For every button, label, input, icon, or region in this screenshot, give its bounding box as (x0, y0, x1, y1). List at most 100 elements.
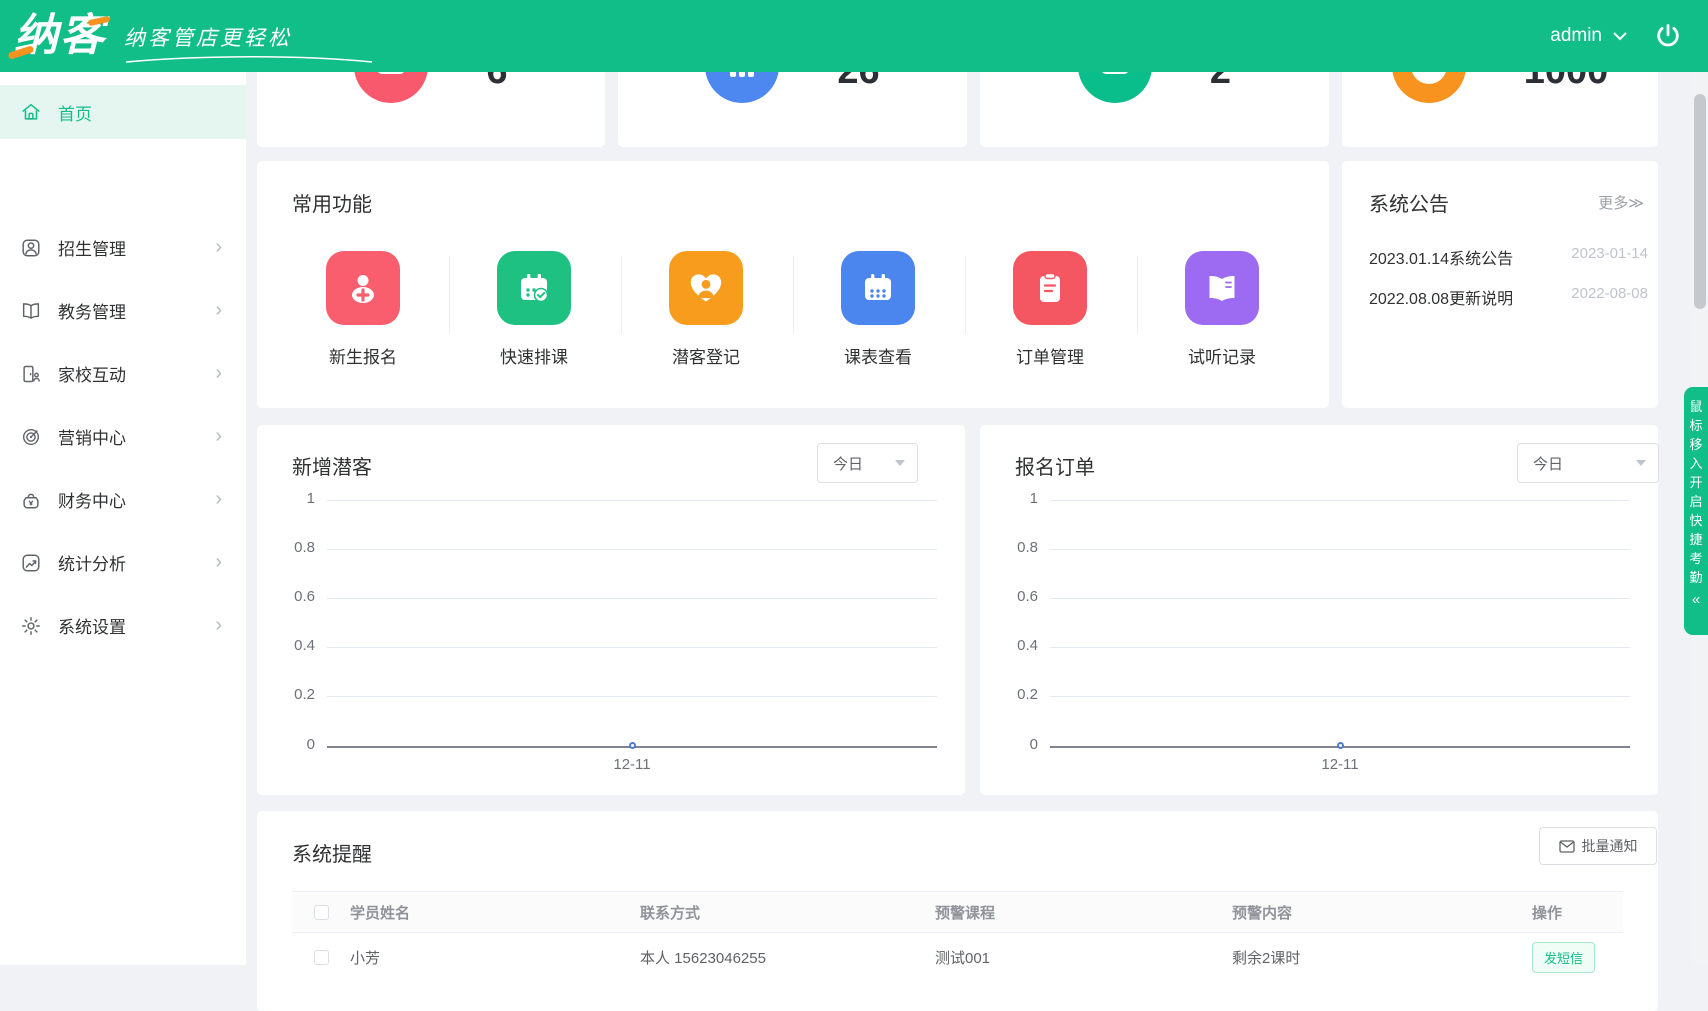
heart-person-icon (669, 251, 743, 325)
y-tick-label: 0.4 (257, 637, 315, 654)
quick-tile-orders[interactable]: 订单管理 (980, 251, 1120, 368)
collapse-left-icon: « (1684, 591, 1708, 608)
select-all-checkbox[interactable] (314, 905, 329, 920)
chevron-right-icon: › (215, 488, 222, 511)
logout-power-icon[interactable] (1654, 22, 1682, 50)
sidebar-item-finance[interactable]: 财务中心 › (0, 468, 246, 531)
app-header: 纳客 纳客管店更轻松 admin (0, 0, 1708, 72)
target-icon (20, 426, 42, 448)
quick-tile-label: 快速排课 (464, 343, 604, 368)
open-book-icon (1185, 251, 1259, 325)
user-menu[interactable]: admin (1550, 25, 1628, 47)
y-tick-label: 0.2 (980, 686, 1038, 703)
chevron-down-icon (1612, 31, 1628, 41)
sidebar-item-home[interactable]: 首页 (0, 85, 246, 139)
sidebar-item-label: 营销中心 (58, 424, 126, 449)
chevron-right-icon: › (215, 299, 222, 322)
table-row: 小芳 本人 15623046255 测试001 剩余2课时 发短信 (292, 933, 1623, 981)
data-point[interactable] (629, 742, 636, 749)
sidebar-item-settings[interactable]: 系统设置 › (0, 594, 246, 657)
grid-line (327, 598, 937, 599)
data-point[interactable] (1337, 742, 1344, 749)
panel-title: 常用功能 (292, 188, 372, 217)
quick-tile-lead-register[interactable]: 潜客登记 (636, 251, 776, 368)
quick-tile-quick-schedule[interactable]: 快速排课 (464, 251, 604, 368)
logo-tagline: 纳客管店更轻松 (124, 22, 292, 58)
book-icon (20, 300, 42, 322)
quick-tile-label: 试听记录 (1152, 343, 1292, 368)
sidebar-item-academic[interactable]: 教务管理 › (0, 279, 246, 342)
y-tick-label: 1 (257, 490, 315, 507)
tab-text: 开启快捷考勤 (1684, 473, 1708, 587)
purse-yen-icon (20, 489, 42, 511)
sidebar-item-label: 统计分析 (58, 550, 126, 575)
sidebar-item-label: 首页 (58, 100, 92, 125)
announcement-item[interactable]: 2023.01.14系统公告 2023-01-14 (1369, 245, 1648, 269)
announcements-panel: 系统公告 更多≫ 2023.01.14系统公告 2023-01-14 2022.… (1342, 161, 1658, 408)
batch-notify-button[interactable]: 批量通知 (1539, 827, 1657, 865)
sidebar-item-home-school[interactable]: 家校互动 › (0, 342, 246, 405)
row-checkbox[interactable] (314, 950, 329, 965)
tagline-underline (124, 54, 374, 64)
announcement-title: 2023.01.14系统公告 (1369, 245, 1513, 269)
y-tick-label: 0 (257, 736, 315, 753)
line-chart: 1 0.8 0.6 0.4 0.2 0 12-11 (980, 425, 1658, 795)
more-link[interactable]: 更多≫ (1598, 192, 1644, 213)
y-tick-label: 0.2 (257, 686, 315, 703)
reminders-table: 学员姓名 联系方式 预警课程 预警内容 操作 小芳 本人 15623046255… (292, 891, 1623, 981)
y-tick-label: 0.6 (980, 588, 1038, 605)
y-tick-label: 0 (980, 736, 1038, 753)
clipboard-icon (1013, 251, 1087, 325)
student-name: 小芳 (350, 947, 640, 968)
grid-line (327, 549, 937, 550)
y-tick-label: 0.6 (257, 588, 315, 605)
sidebar-item-statistics[interactable]: 统计分析 › (0, 531, 246, 594)
envelope-icon (1559, 840, 1575, 853)
scrollbar-thumb[interactable] (1694, 94, 1706, 309)
system-reminders-panel: 系统提醒 批量通知 学员姓名 联系方式 预警课程 预警内容 操作 小芳 本人 1… (257, 811, 1658, 1011)
announcement-date: 2023-01-14 (1571, 245, 1648, 269)
chart-panel-orders: 报名订单 今日 1 0.8 0.6 0.4 0.2 0 12-11 (980, 425, 1658, 795)
quick-tile-timetable[interactable]: 课表查看 (808, 251, 948, 368)
sidebar: 首页 招生管理 › 教务管理 › 家校互动 › (0, 72, 246, 965)
x-axis-line (327, 746, 937, 748)
warning-content: 剩余2课时 (1232, 947, 1532, 968)
calendar-icon (841, 251, 915, 325)
column-header: 预警课程 (935, 902, 1232, 923)
sidebar-item-enrollment[interactable]: 招生管理 › (0, 216, 246, 279)
column-header: 预警内容 (1232, 902, 1532, 923)
grid-line (327, 647, 937, 648)
y-tick-label: 0.8 (257, 539, 315, 556)
sidebar-item-label: 招生管理 (58, 235, 126, 260)
quick-tile-trial-records[interactable]: 试听记录 (1152, 251, 1292, 368)
table-header-row: 学员姓名 联系方式 预警课程 预警内容 操作 (292, 891, 1623, 933)
announcement-item[interactable]: 2022.08.08更新说明 2022-08-08 (1369, 285, 1648, 309)
tab-text: 鼠标移入 (1684, 397, 1708, 473)
sidebar-item-marketing[interactable]: 营销中心 › (0, 405, 246, 468)
send-sms-button[interactable]: 发短信 (1532, 942, 1595, 973)
warning-course: 测试001 (935, 947, 1232, 968)
divider (1137, 256, 1138, 334)
contact-info: 本人 15623046255 (640, 947, 935, 968)
line-chart: 1 0.8 0.6 0.4 0.2 0 12-11 (257, 425, 965, 795)
logo-text: 纳客 (14, 14, 106, 58)
gear-icon (20, 615, 42, 637)
x-tick-label: 12-11 (327, 756, 937, 773)
y-tick-label: 1 (980, 490, 1038, 507)
column-header: 操作 (1532, 902, 1612, 923)
quick-attendance-tab[interactable]: 鼠标移入 开启快捷考勤 « (1684, 387, 1708, 635)
chevron-right-icon: › (215, 362, 222, 385)
panel-title: 系统公告 (1369, 188, 1449, 217)
quick-tile-new-student[interactable]: 新生报名 (293, 251, 433, 368)
divider (621, 256, 622, 334)
calendar-check-icon (497, 251, 571, 325)
sidebar-item-label: 家校互动 (58, 361, 126, 386)
divider (449, 256, 450, 334)
person-icon (20, 237, 42, 259)
grid-line (327, 696, 937, 697)
grid-line (1050, 696, 1630, 697)
person-plus-icon (326, 251, 400, 325)
sidebar-item-label: 教务管理 (58, 298, 126, 323)
chevron-right-icon: › (215, 551, 222, 574)
grid-line (1050, 549, 1630, 550)
